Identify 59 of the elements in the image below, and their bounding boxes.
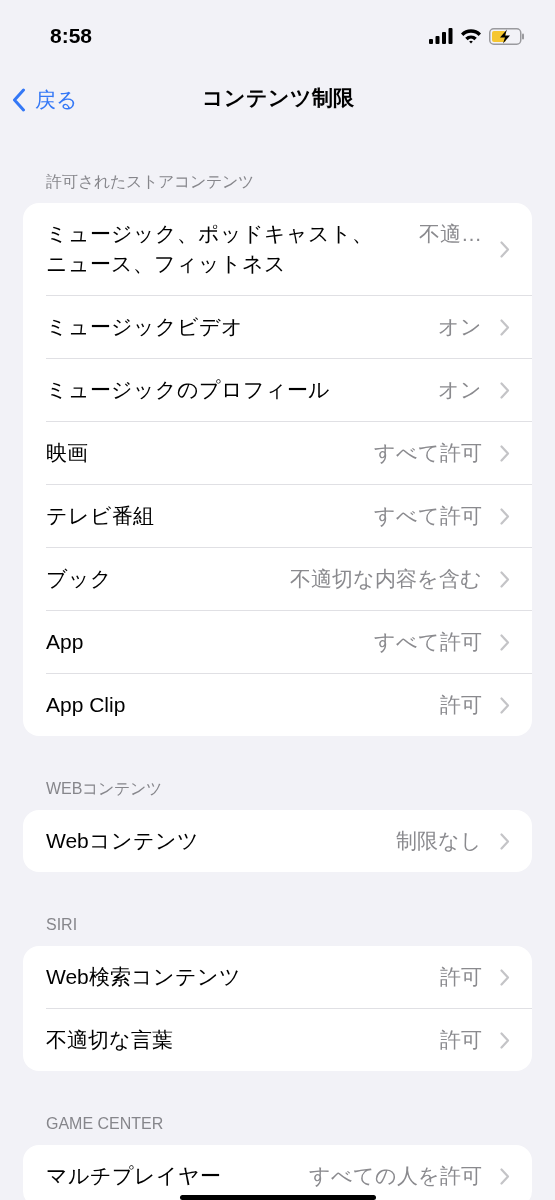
settings-row[interactable]: App すべて許可	[46, 610, 532, 673]
section-header: 許可されたストアコンテンツ	[46, 172, 254, 192]
settings-row[interactable]: ミュージックビデオ オン	[46, 295, 532, 358]
settings-row[interactable]: 不適切な言葉 許可	[46, 1008, 532, 1071]
row-label: ミュージック、ポッドキャスト、ニュース、フィットネス	[46, 221, 374, 277]
back-chevron-icon	[12, 87, 26, 112]
wifi-icon	[460, 28, 482, 44]
section-header: WEBコンテンツ	[46, 779, 163, 799]
settings-row[interactable]: 映画 すべて許可	[46, 421, 532, 484]
chevron-icon	[500, 318, 510, 336]
settings-row[interactable]: Web検索コンテンツ 許可	[46, 946, 532, 1008]
chevron-icon	[500, 507, 510, 525]
row-label: ミュージックビデオ	[46, 314, 243, 340]
chevron-icon	[500, 633, 510, 651]
row-label: 不適切な言葉	[46, 1027, 173, 1053]
row-value: 許可	[440, 1027, 482, 1053]
row-label: Webコンテンツ	[46, 828, 199, 854]
row-label: ブック	[46, 566, 112, 592]
row-label: テレビ番組	[46, 503, 154, 529]
settings-row[interactable]: マルチプレイヤー すべての人を許可	[46, 1145, 532, 1200]
chevron-icon	[500, 240, 510, 258]
battery-charging-icon	[489, 27, 525, 45]
chevron-icon	[500, 444, 510, 462]
section-header: GAME CENTER	[46, 1114, 164, 1134]
section-header: SIRI	[46, 915, 78, 935]
row-value: 不適切な内容を含む	[290, 566, 482, 592]
row-label: マルチプレイヤー	[46, 1163, 221, 1189]
chevron-icon	[500, 381, 510, 399]
row-value: 許可	[440, 692, 482, 718]
row-value: すべて許可	[374, 440, 482, 466]
chevron-icon	[500, 832, 510, 850]
chevron-icon	[500, 1031, 510, 1049]
row-label: App Clip	[46, 692, 126, 718]
row-label: Web検索コンテンツ	[46, 964, 241, 990]
row-value: オン	[438, 314, 482, 340]
chevron-icon	[500, 1167, 510, 1185]
back-button[interactable]: 戻る	[12, 84, 78, 116]
settings-row[interactable]: ブック 不適切な内容を含む	[46, 547, 532, 610]
status-time: 8:58	[50, 23, 93, 50]
row-value: すべて許可	[374, 503, 482, 529]
signal-icon	[429, 28, 453, 44]
chevron-icon	[500, 570, 510, 588]
row-value: 不適…	[419, 221, 482, 247]
row-label: 映画	[46, 440, 88, 466]
row-value: すべて許可	[374, 629, 482, 655]
row-value: オン	[438, 377, 482, 403]
chevron-icon	[500, 968, 510, 986]
settings-row[interactable]: App Clip 許可	[46, 673, 532, 736]
chevron-icon	[500, 696, 510, 714]
settings-row[interactable]: ミュージックのプロフィール オン	[46, 358, 532, 421]
row-value: 制限なし	[396, 828, 482, 854]
page-title: コンテンツ制限	[201, 85, 354, 112]
settings-row[interactable]: ミュージック、ポッドキャスト、ニュース、フィットネス 不適…	[46, 203, 532, 295]
row-value: 許可	[440, 964, 482, 990]
settings-row[interactable]: Webコンテンツ 制限なし	[46, 810, 532, 872]
row-value: すべての人を許可	[309, 1163, 482, 1189]
settings-row[interactable]: テレビ番組 すべて許可	[46, 484, 532, 547]
row-label: ミュージックのプロフィール	[46, 377, 330, 403]
row-label: App	[46, 629, 84, 655]
